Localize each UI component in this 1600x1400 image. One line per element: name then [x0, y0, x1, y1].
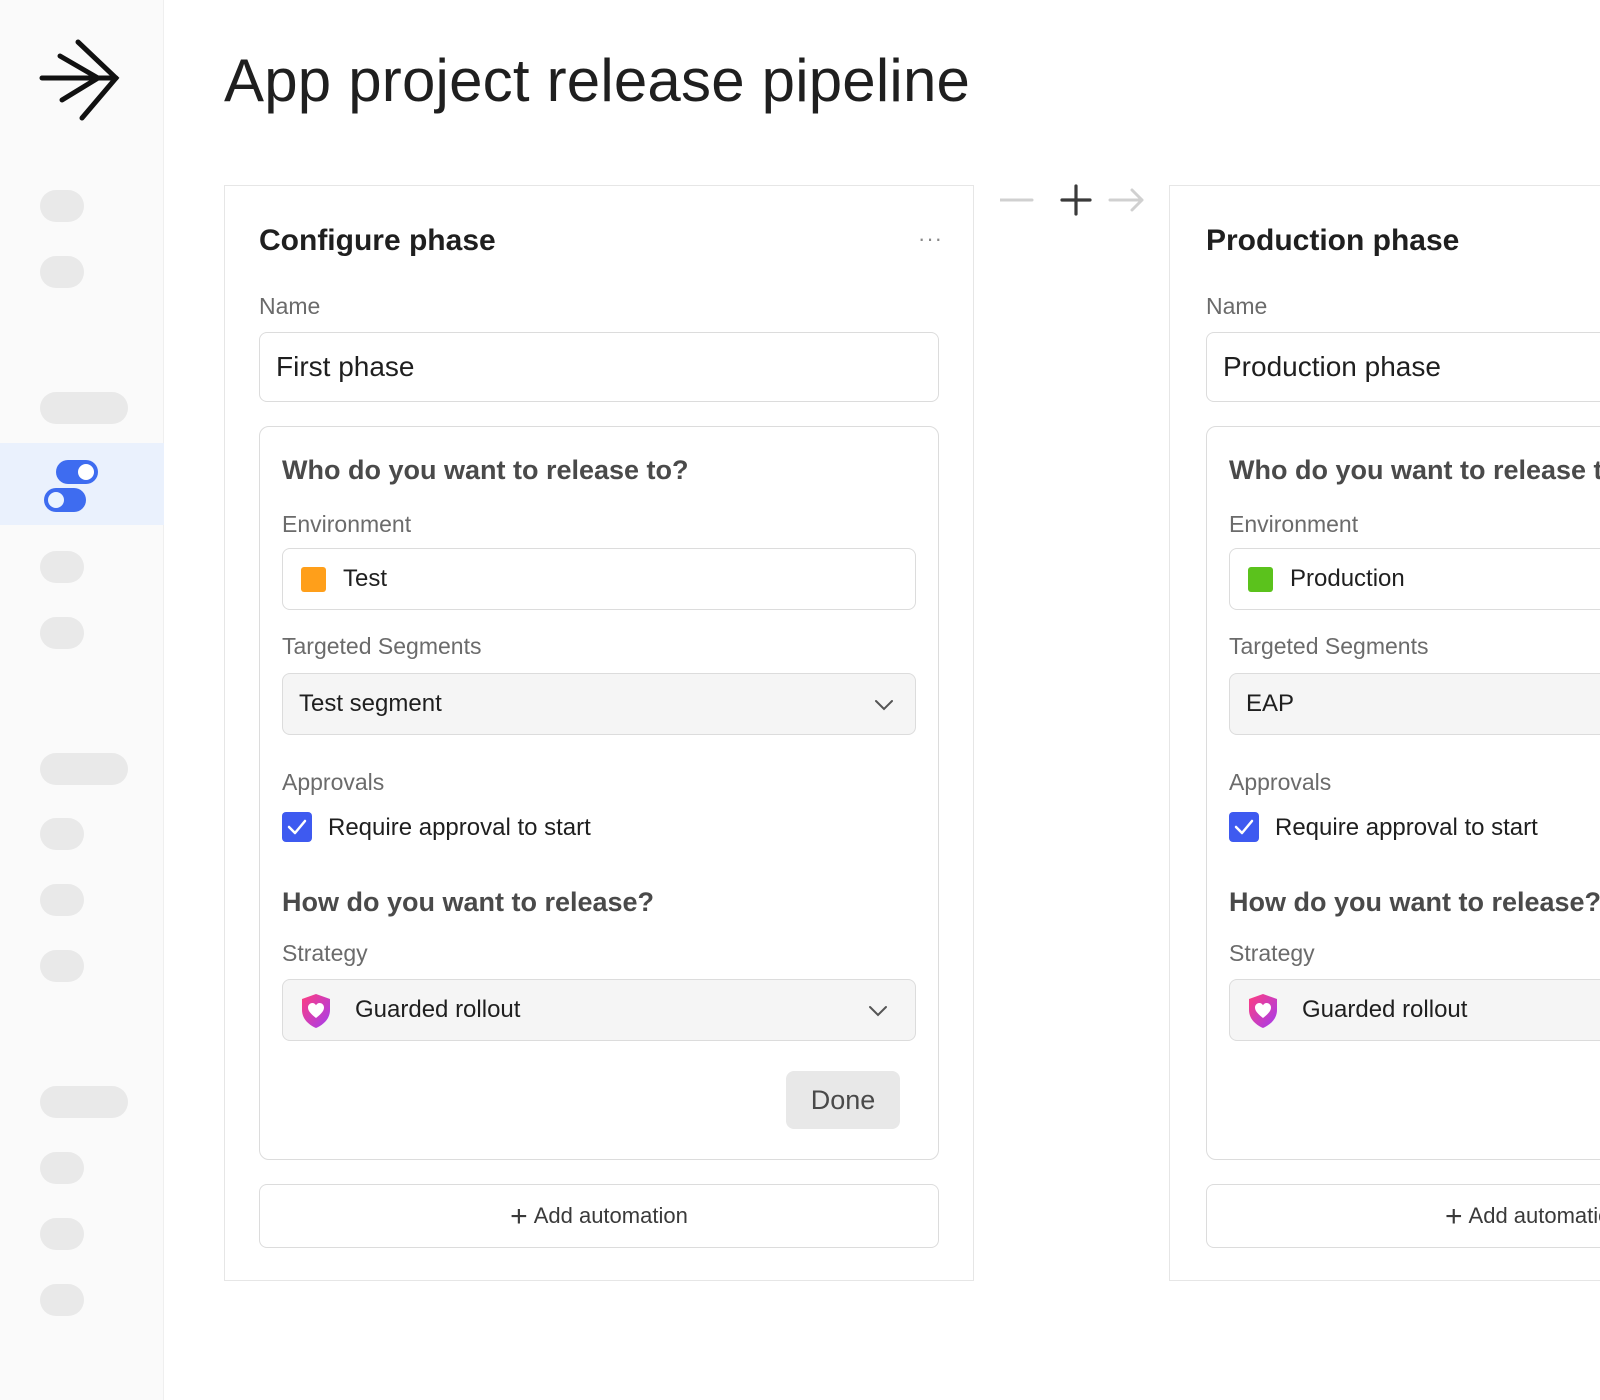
environment-value: Production	[1290, 565, 1405, 592]
name-label: Name	[1206, 293, 1268, 319]
strategy-select[interactable]: Guarded rollout	[1229, 979, 1600, 1041]
segments-label: Targeted Segments	[1229, 633, 1429, 659]
environment-value: Test	[343, 565, 388, 592]
release-to-heading: Who do you want to release to?	[1229, 455, 1600, 485]
add-automation-button[interactable]: +Add automation	[1206, 1184, 1600, 1248]
segments-select[interactable]: EAP	[1229, 673, 1600, 735]
sidebar-item-placeholder[interactable]	[40, 190, 84, 222]
phase-name-input[interactable]: First phase	[259, 332, 939, 402]
segments-label: Targeted Segments	[282, 633, 482, 659]
shield-heart-icon	[1249, 994, 1277, 1028]
more-horizontal-icon[interactable]: ···	[918, 226, 943, 252]
environment-field[interactable]: Test	[282, 548, 916, 610]
arrow-burst-logo-icon[interactable]	[38, 38, 122, 122]
name-label: Name	[259, 293, 321, 319]
strategy-select[interactable]: Guarded rollout	[282, 979, 916, 1041]
strategy-value: Guarded rollout	[1302, 996, 1468, 1023]
add-automation-label: Add automation	[1468, 1203, 1600, 1228]
toggle-switches-icon	[44, 460, 98, 512]
environment-label: Environment	[282, 511, 412, 537]
environment-color-swatch	[1248, 567, 1273, 592]
sidebar-item-placeholder[interactable]	[40, 1284, 84, 1316]
approval-checkbox[interactable]	[282, 812, 312, 842]
plus-icon: +	[510, 1200, 528, 1233]
plus-icon: +	[1445, 1200, 1463, 1233]
chevron-down-icon	[869, 1006, 887, 1017]
approval-checkbox-label[interactable]: Require approval to start	[328, 814, 591, 842]
phase-title: Configure phase	[259, 224, 496, 257]
done-button[interactable]: Done	[786, 1071, 900, 1129]
environment-label: Environment	[1229, 511, 1359, 537]
sidebar	[0, 0, 164, 1400]
approval-checkbox-label[interactable]: Require approval to start	[1275, 814, 1538, 842]
phase-card-production: Production phase Name Production phase W…	[1169, 185, 1600, 1281]
phase-title: Production phase	[1206, 224, 1460, 257]
sidebar-item-placeholder[interactable]	[40, 884, 84, 916]
check-icon	[287, 819, 307, 835]
add-phase-plus-icon[interactable]	[1058, 182, 1094, 218]
chevron-down-icon	[875, 700, 893, 711]
how-release-heading: How do you want to release?	[1229, 887, 1600, 917]
sidebar-section-placeholder	[40, 753, 128, 785]
approvals-label: Approvals	[1229, 769, 1332, 795]
add-automation-button[interactable]: +Add automation	[259, 1184, 939, 1248]
environment-field[interactable]: Production	[1229, 548, 1600, 610]
approval-checkbox[interactable]	[1229, 812, 1259, 842]
sidebar-item-placeholder[interactable]	[40, 617, 84, 649]
phase-connector	[1000, 182, 1144, 218]
phase-name-input[interactable]: Production phase	[1206, 332, 1600, 402]
shield-heart-icon	[302, 994, 330, 1028]
add-automation-label: Add automation	[533, 1203, 688, 1228]
segments-value: Test segment	[299, 690, 442, 717]
release-config-panel: Who do you want to release to? Environme…	[259, 426, 939, 1160]
sidebar-item-placeholder[interactable]	[40, 1152, 84, 1184]
page-title: App project release pipeline	[224, 47, 971, 114]
strategy-value: Guarded rollout	[355, 996, 521, 1023]
approvals-label: Approvals	[282, 769, 385, 795]
sidebar-item-placeholder[interactable]	[40, 1218, 84, 1250]
environment-color-swatch	[301, 567, 326, 592]
release-to-heading: Who do you want to release to?	[282, 455, 689, 485]
sidebar-item-placeholder[interactable]	[40, 256, 84, 288]
strategy-label: Strategy	[282, 940, 368, 966]
segments-select[interactable]: Test segment	[282, 673, 916, 735]
phase-card-configure: Configure phase ··· Name First phase Who…	[224, 185, 974, 1281]
sidebar-item-placeholder[interactable]	[40, 818, 84, 850]
sidebar-item-placeholder[interactable]	[40, 950, 84, 982]
how-release-heading: How do you want to release?	[282, 887, 655, 917]
segments-value: EAP	[1246, 690, 1295, 717]
release-config-panel: Who do you want to release to? Environme…	[1206, 426, 1600, 1160]
sidebar-section-placeholder	[40, 392, 128, 424]
sidebar-section-placeholder	[40, 1086, 128, 1118]
sidebar-item-placeholder[interactable]	[40, 551, 84, 583]
strategy-label: Strategy	[1229, 940, 1315, 966]
check-icon	[1234, 819, 1254, 835]
